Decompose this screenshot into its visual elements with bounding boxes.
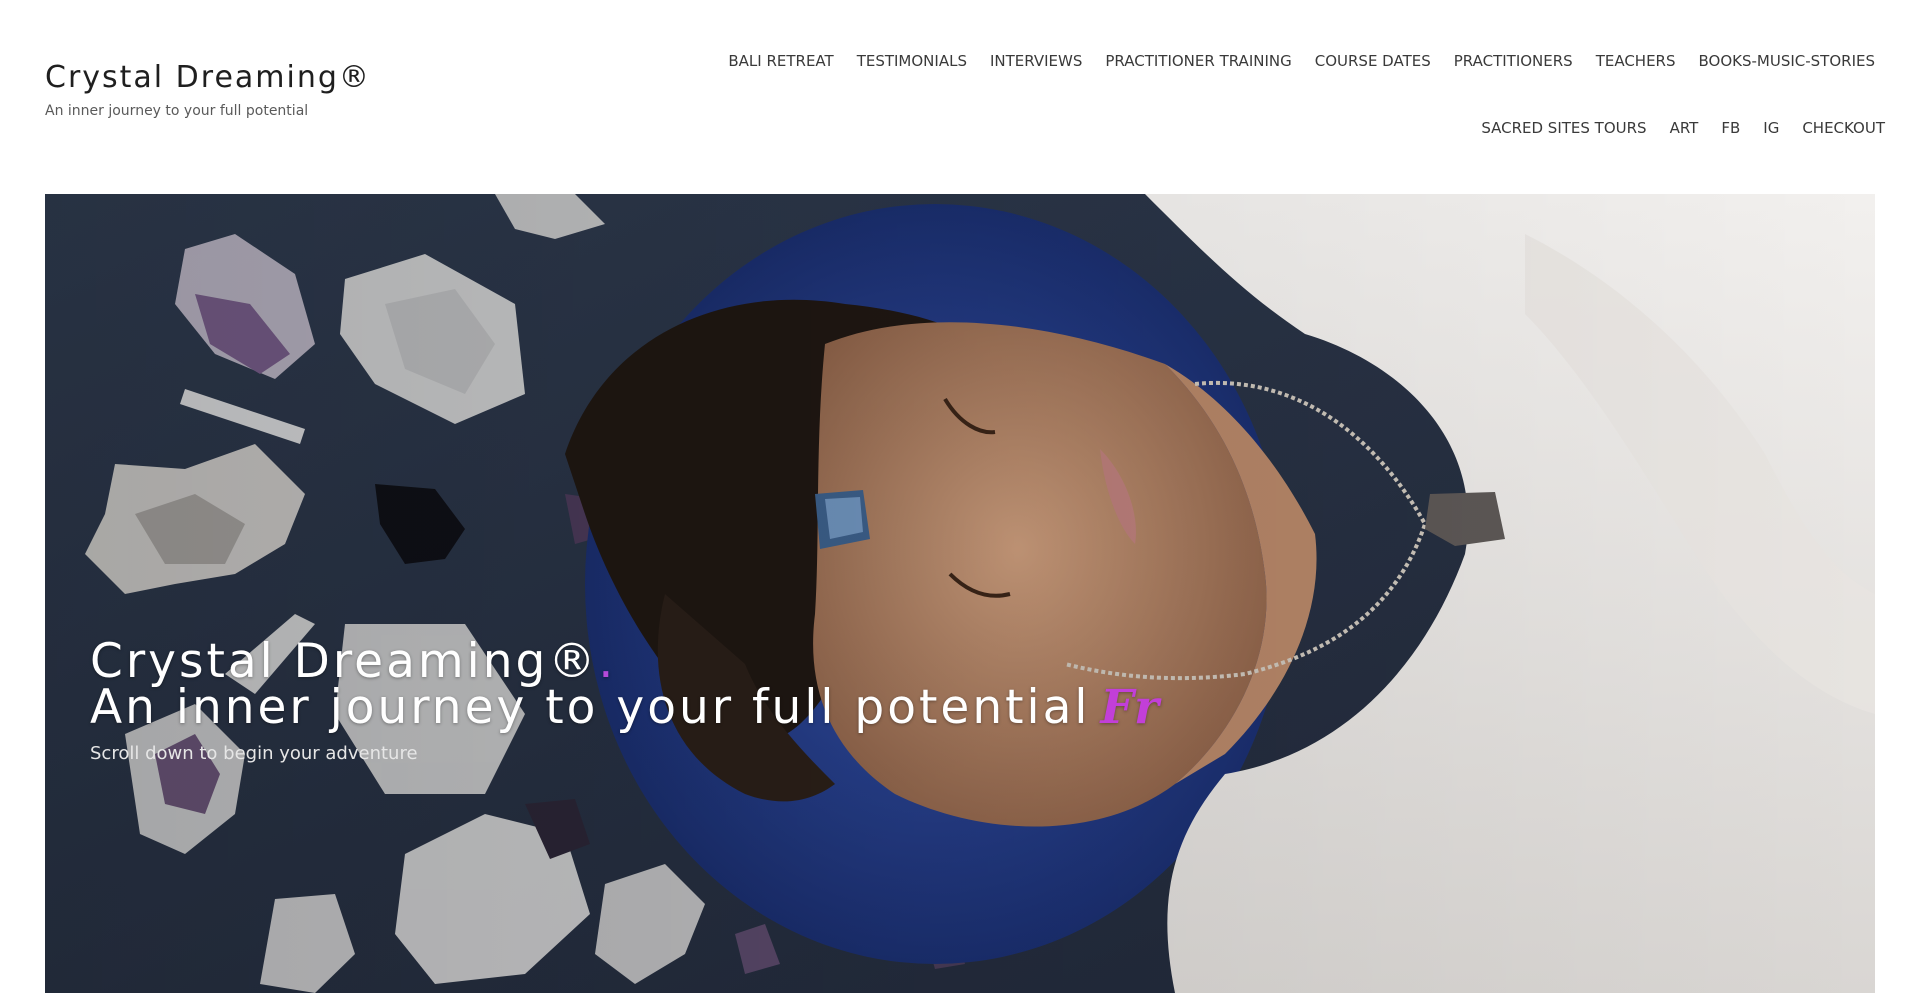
nav-item-fb[interactable]: FB	[1721, 119, 1740, 137]
primary-nav-row-1: BALI RETREAT TESTIMONIALS INTERVIEWS PRA…	[705, 52, 1875, 70]
hero-subtitle: An inner journey to your full potential F…	[90, 680, 1160, 735]
nav-item-checkout[interactable]: CHECKOUT	[1802, 119, 1885, 137]
site-title-link[interactable]: Crystal Dreaming®	[45, 60, 371, 95]
brand: Crystal Dreaming® An inner journey to yo…	[45, 60, 371, 119]
nav-item-teachers[interactable]: TEACHERS	[1596, 52, 1676, 70]
nav-item-ig[interactable]: IG	[1763, 119, 1779, 137]
hero-title: Crystal Dreaming®.	[90, 634, 617, 689]
hero-banner: Crystal Dreaming®. An inner journey to y…	[45, 194, 1875, 993]
nav-item-course-dates[interactable]: COURSE DATES	[1315, 52, 1431, 70]
nav-item-testimonials[interactable]: TESTIMONIALS	[857, 52, 967, 70]
site-tagline: An inner journey to your full potential	[45, 103, 309, 119]
scroll-hint: Scroll down to begin your adventure	[90, 743, 418, 764]
nav-item-interviews[interactable]: INTERVIEWS	[990, 52, 1082, 70]
site-header: Crystal Dreaming® An inner journey to yo…	[0, 0, 1920, 194]
nav-item-bali-retreat[interactable]: BALI RETREAT	[728, 52, 833, 70]
nav-item-practitioners[interactable]: PRACTITIONERS	[1454, 52, 1573, 70]
hero-overlay	[45, 194, 1875, 993]
nav-item-practitioner-training[interactable]: PRACTITIONER TRAINING	[1105, 52, 1291, 70]
hero-text: Crystal Dreaming®. An inner journey to y…	[90, 634, 1160, 764]
nav-item-books-music-stories[interactable]: BOOKS-MUSIC-STORIES	[1699, 52, 1876, 70]
nav-item-sacred-sites-tours[interactable]: SACRED SITES TOURS	[1481, 119, 1646, 137]
typed-text: Fr	[1100, 680, 1160, 735]
nav-item-art[interactable]: ART	[1670, 119, 1699, 137]
primary-nav-row-2: SACRED SITES TOURS ART FB IG CHECKOUT	[1458, 119, 1885, 137]
